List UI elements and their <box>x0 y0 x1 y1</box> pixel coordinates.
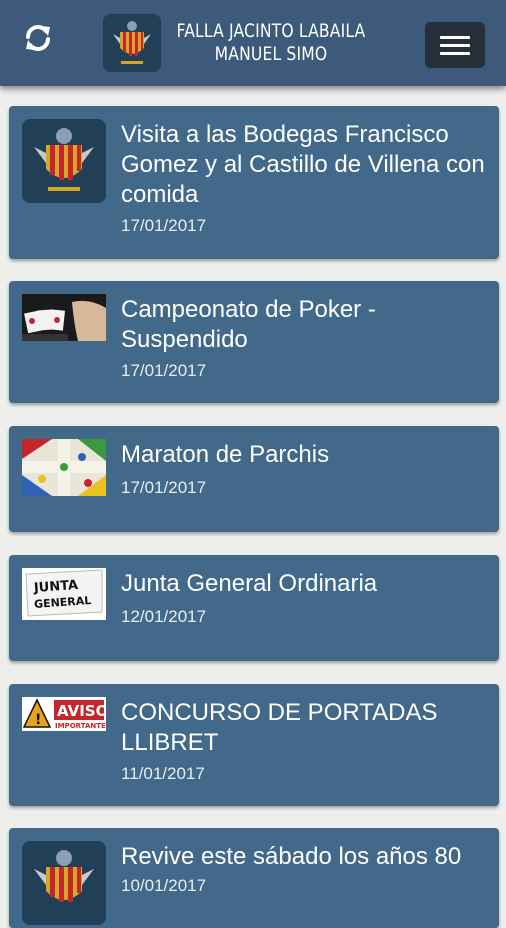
news-title: Junta General Ordinaria <box>121 570 378 597</box>
news-date: 12/01/2017 <box>121 607 207 626</box>
svg-text:JUNTA: JUNTA <box>32 578 78 596</box>
news-thumbnail <box>22 294 106 341</box>
news-card[interactable]: Revive este sábado los años 80 10/01/201… <box>9 828 499 928</box>
svg-text:IMPORTANTE: IMPORTANTE <box>55 722 106 730</box>
news-card[interactable]: JUNTA GENERAL Junta General Ordinaria 12… <box>9 555 499 661</box>
news-thumbnail <box>22 439 106 496</box>
app-title: FALLA JACINTO LABAILA MANUEL SIMO <box>166 20 376 66</box>
news-title: CONCURSO DE PORTADAS LLIBRET <box>121 699 438 756</box>
refresh-icon <box>26 25 50 51</box>
news-date: 17/01/2017 <box>121 478 207 497</box>
hamburger-menu-icon <box>440 35 470 39</box>
svg-text:AVISO: AVISO <box>57 702 106 720</box>
app-title-line2: MANUEL SIMO <box>214 43 328 65</box>
hamburger-menu-icon-bar <box>440 51 470 55</box>
news-title: Visita a las Bodegas Francisco Gomez y a… <box>121 121 485 208</box>
news-thumbnail <box>22 841 106 925</box>
news-thumbnail <box>22 119 106 203</box>
news-title: Campeonato de Poker - Suspendido <box>121 296 376 353</box>
svg-text:!: ! <box>35 712 41 728</box>
menu-button[interactable] <box>425 22 485 68</box>
news-date: 17/01/2017 <box>121 216 207 235</box>
app-title-line1: FALLA JACINTO LABAILA <box>176 20 366 42</box>
news-date: 10/01/2017 <box>121 876 207 895</box>
news-date: 11/01/2017 <box>121 764 205 783</box>
refresh-button[interactable] <box>20 20 56 56</box>
news-date: 17/01/2017 <box>121 361 207 380</box>
news-title: Revive este sábado los años 80 <box>121 843 462 870</box>
news-thumbnail: JUNTA GENERAL <box>22 568 106 620</box>
app-header: FALLA JACINTO LABAILA MANUEL SIMO <box>0 0 506 86</box>
news-title: Maraton de Parchis <box>121 441 330 468</box>
news-card[interactable]: Maraton de Parchis 17/01/2017 <box>9 426 499 532</box>
news-card[interactable]: Visita a las Bodegas Francisco Gomez y a… <box>9 106 499 259</box>
news-thumbnail: ! AVISO IMPORTANTE <box>22 697 106 731</box>
news-card[interactable]: Campeonato de Poker - Suspendido 17/01/2… <box>9 281 499 403</box>
hamburger-menu-icon-bar <box>440 43 470 47</box>
news-card[interactable]: ! AVISO IMPORTANTE CONCURSO DE PORTADAS … <box>9 684 499 806</box>
falla-logo <box>103 14 161 72</box>
